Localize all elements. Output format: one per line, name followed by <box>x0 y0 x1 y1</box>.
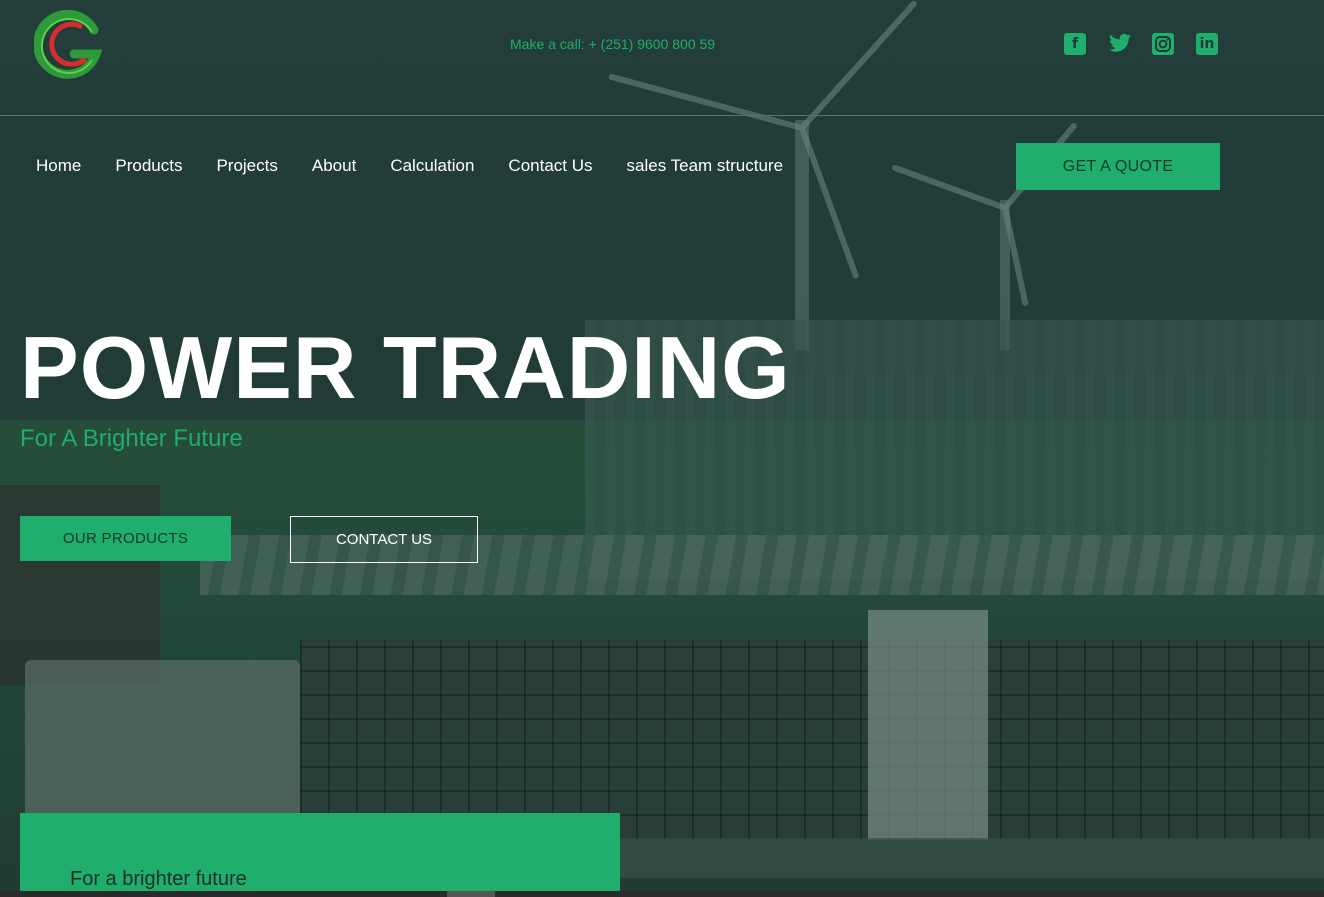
nav-projects[interactable]: Projects <box>216 156 277 176</box>
contact-us-button[interactable]: CONTACT US <box>290 516 478 563</box>
linkedin-icon[interactable]: in <box>1196 33 1218 55</box>
nav-about[interactable]: About <box>312 156 356 176</box>
hero-subtitle: For A Brighter Future <box>20 425 243 452</box>
phone-contact[interactable]: Make a call: + (251) 9600 800 59 <box>510 36 715 52</box>
nav-contact-us[interactable]: Contact Us <box>508 156 592 176</box>
get-a-quote-button[interactable]: GET A QUOTE <box>1016 143 1220 190</box>
nav-sales-team-structure[interactable]: sales Team structure <box>627 156 784 176</box>
hero-title: POWER TRADING <box>20 318 791 417</box>
twitter-icon[interactable] <box>1108 33 1131 55</box>
horizontal-scrollbar[interactable] <box>0 891 1324 897</box>
company-logo[interactable] <box>33 9 103 82</box>
nav-home[interactable]: Home <box>36 156 81 176</box>
nav-calculation[interactable]: Calculation <box>390 156 474 176</box>
instagram-icon[interactable] <box>1152 33 1174 55</box>
nav-products[interactable]: Products <box>115 156 182 176</box>
feature-panel-text: For a brighter future <box>70 868 247 890</box>
feature-panel: For a brighter future <box>20 813 620 897</box>
scrollbar-thumb[interactable] <box>447 891 495 897</box>
top-bar: Make a call: + (251) 9600 800 59 f in <box>0 0 1324 116</box>
facebook-icon[interactable]: f <box>1064 33 1086 55</box>
our-products-button[interactable]: OUR PRODUCTS <box>20 516 231 561</box>
main-nav: Home Products Projects About Calculation… <box>36 156 783 176</box>
